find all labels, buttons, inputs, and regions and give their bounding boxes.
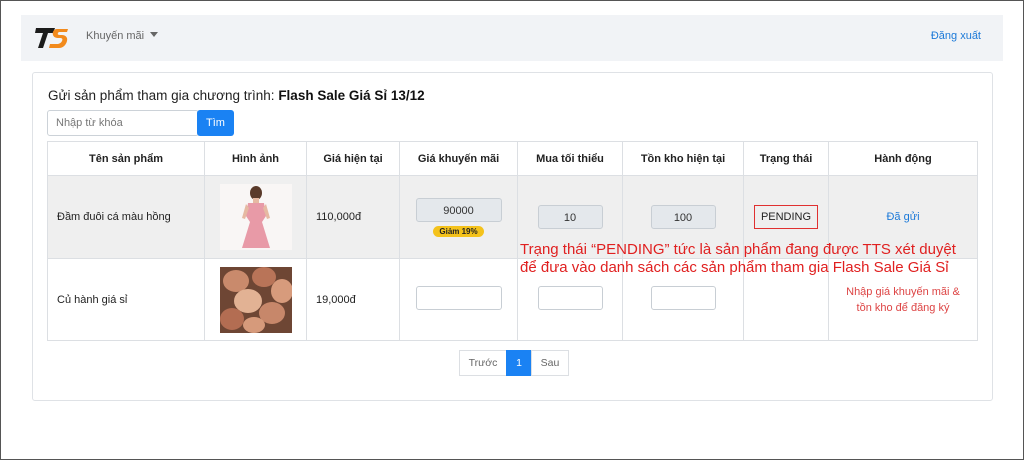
- current-price: 19,000đ: [306, 258, 400, 341]
- promo-price-cell: 90000 Giảm 19%: [399, 175, 518, 259]
- status-badge: PENDING: [753, 205, 819, 229]
- prev-page-button[interactable]: Trước: [459, 350, 507, 376]
- discount-badge: Giảm 19%: [433, 225, 484, 237]
- stock-input[interactable]: [650, 286, 716, 310]
- column-header: Trạng thái: [743, 141, 829, 176]
- page-1-button[interactable]: 1: [506, 350, 532, 376]
- keyword-search-input[interactable]: [47, 110, 199, 136]
- program-name: Flash Sale Giá Sỉ 13/12: [278, 88, 425, 103]
- next-page-button[interactable]: Sau: [531, 350, 569, 376]
- stock-field[interactable]: 100: [650, 205, 716, 229]
- top-navbar: Khuyến mãi Đăng xuất: [21, 15, 1003, 61]
- pagination: Trước 1 Sau: [459, 350, 569, 376]
- submission-card: Gửi sản phẩm tham gia chương trình: Flas…: [32, 72, 993, 401]
- annotation-line-2: để đưa vào danh sách các sản phẩm tham g…: [520, 259, 949, 276]
- page-title-prefix: Gửi sản phẩm tham gia chương trình:: [48, 88, 275, 103]
- annotation-line-1: Trạng thái “PENDING” tức là sản phẩm đan…: [520, 241, 956, 258]
- search-button[interactable]: Tìm: [197, 110, 234, 136]
- product-name: Đầm đuôi cá màu hồng: [47, 175, 205, 259]
- register-hint: Nhập giá khuyến mãi & tồn kho để đăng ký: [846, 285, 960, 314]
- logout-link[interactable]: Đăng xuất: [931, 30, 981, 42]
- column-header: Hình ảnh: [204, 141, 307, 176]
- promo-price-field[interactable]: 90000: [415, 197, 502, 222]
- product-image-cell: [204, 175, 307, 259]
- column-header: Mua tối thiểu: [517, 141, 623, 176]
- onion-photo: [219, 266, 292, 333]
- promotions-menu[interactable]: Khuyến mãi: [86, 30, 159, 42]
- promo-price-input[interactable]: [415, 286, 502, 310]
- pink-dress-photo: [219, 184, 292, 250]
- column-header: Tồn kho hiện tại: [622, 141, 744, 176]
- current-price: 110,000đ: [306, 175, 400, 259]
- caret-down-icon: [150, 32, 159, 37]
- column-header: Giá khuyến mãi: [399, 141, 518, 176]
- min-purchase-input[interactable]: [537, 286, 603, 310]
- promotions-menu-label: Khuyến mãi: [86, 30, 145, 42]
- column-header: Tên sản phẩm: [47, 141, 205, 176]
- tts-logo[interactable]: [35, 25, 71, 51]
- column-header: Giá hiện tại: [306, 141, 400, 176]
- screenshot-frame: Khuyến mãi Đăng xuất Gửi sản phẩm tham g…: [0, 0, 1024, 460]
- page-title: Gửi sản phẩm tham gia chương trình: Flas…: [48, 88, 425, 103]
- column-header: Hành động: [828, 141, 978, 176]
- sent-link[interactable]: Đã gửi: [886, 211, 919, 223]
- promo-price-cell: [399, 258, 518, 341]
- product-image-cell: [204, 258, 307, 341]
- pending-annotation: Trạng thái “PENDING” tức là sản phẩm đan…: [520, 241, 956, 277]
- min-purchase-field[interactable]: 10: [537, 205, 603, 229]
- product-name: Củ hành giá sỉ: [47, 258, 205, 341]
- table-header-row: Tên sản phẩm Hình ảnh Giá hiện tại Giá k…: [47, 141, 978, 176]
